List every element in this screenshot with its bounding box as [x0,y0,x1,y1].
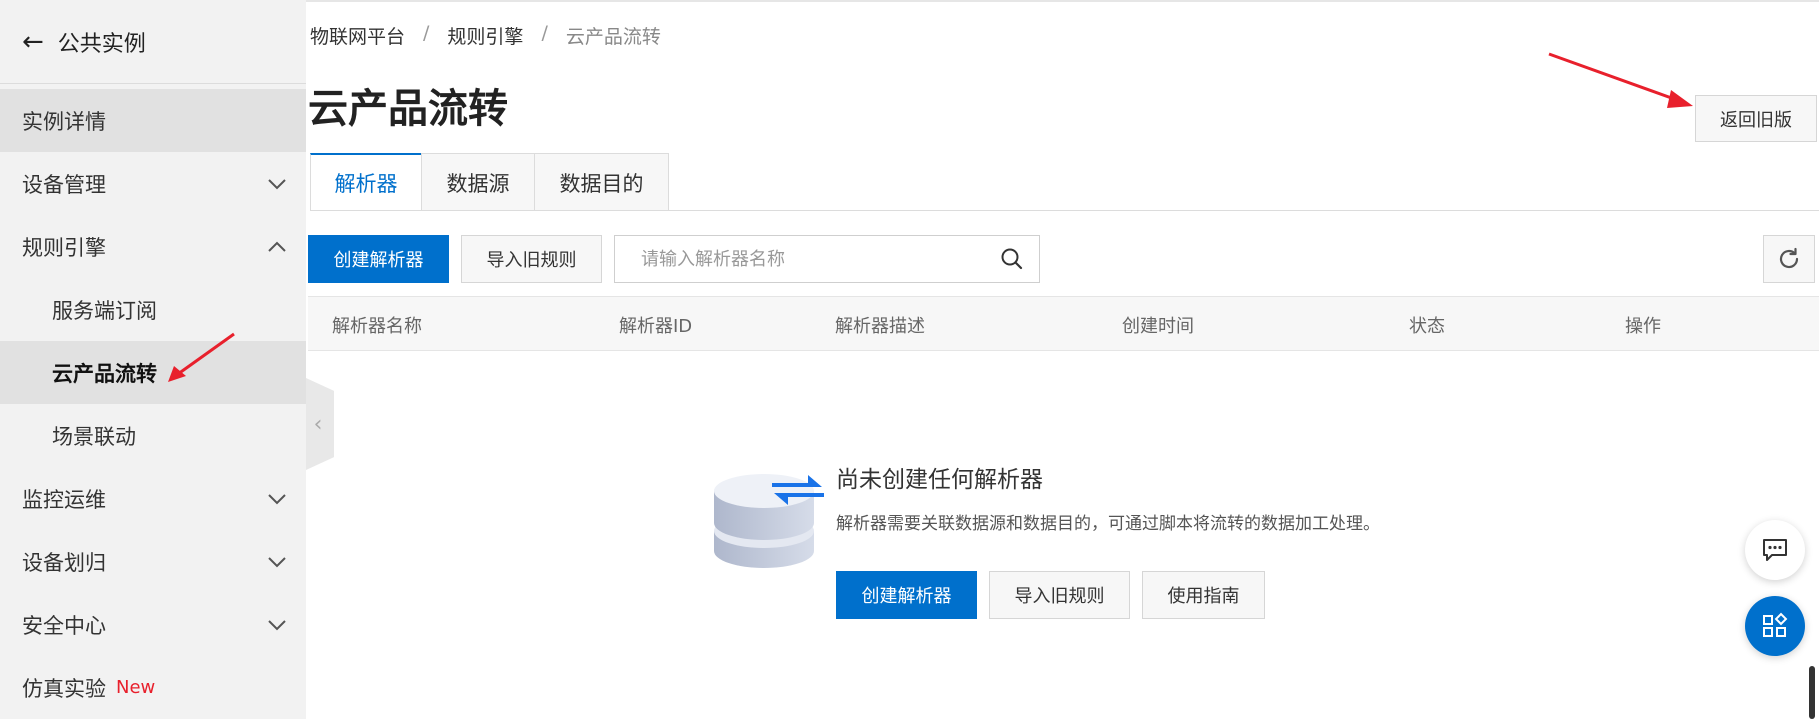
parser-search-box [614,235,1040,283]
tabs-underline [310,210,1819,211]
new-badge: New [116,677,156,698]
breadcrumb: 物联网平台 / 规则引擎 / 云产品流转 [310,22,661,49]
page-scrollbar[interactable] [1809,666,1815,719]
sidebar-item-monitoring-ops[interactable]: 监控运维 [0,467,306,530]
sidebar-item-rule-engine[interactable]: 规则引擎 [0,215,306,278]
return-old-version-button[interactable]: 返回旧版 [1695,95,1817,142]
chat-icon [1763,539,1787,561]
sidebar-item-cloud-product-flow[interactable]: 云产品流转 [0,341,306,404]
breadcrumb-separator: / [541,22,548,44]
sidebar: ← 公共实例 实例详情 设备管理 规则引擎 服务端订阅 云产品流转 场景联动 监… [0,0,306,719]
tab-bar: 解析器 数据源 数据目的 [310,153,669,211]
sidebar-item-instance-detail[interactable]: 实例详情 [0,89,306,152]
column-header-actions: 操作 [1625,315,1661,337]
refresh-button[interactable] [1763,235,1815,283]
app-center-button[interactable] [1745,596,1805,656]
sidebar-item-label: 设备划归 [22,550,106,575]
column-header-parser-description: 解析器描述 [835,315,925,337]
search-icon[interactable] [997,244,1027,274]
tab-data-source[interactable]: 数据源 [421,153,535,211]
breadcrumb-separator: / [423,22,430,44]
page-title: 云产品流转 [308,86,508,132]
empty-create-parser-button[interactable]: 创建解析器 [836,571,977,619]
column-header-parser-name: 解析器名称 [332,315,422,337]
chevron-down-icon [268,556,286,567]
empty-state-description: 解析器需要关联数据源和数据目的，可通过脚本将流转的数据加工处理。 [836,514,1380,534]
sidebar-item-label: 云产品流转 [52,361,157,386]
chevron-up-icon [268,241,286,252]
sidebar-item-label: 安全中心 [22,613,106,638]
sidebar-item-device-assignment[interactable]: 设备划归 [0,530,306,593]
chevron-down-icon [268,493,286,504]
sidebar-divider [0,83,306,84]
back-label: 公共实例 [57,31,146,57]
sidebar-item-server-subscription[interactable]: 服务端订阅 [0,278,306,341]
empty-state-title: 尚未创建任何解析器 [836,467,1043,493]
import-old-rules-button[interactable]: 导入旧规则 [461,235,602,283]
sidebar-item-scene-linkage[interactable]: 场景联动 [0,404,306,467]
sidebar-item-label: 场景联动 [52,424,136,449]
sidebar-item-label: 监控运维 [22,487,106,512]
user-guide-button[interactable]: 使用指南 [1142,571,1265,619]
sidebar-item-label: 规则引擎 [22,235,106,260]
top-border [306,0,1819,2]
create-parser-button[interactable]: 创建解析器 [308,235,449,283]
chat-button[interactable] [1745,520,1805,580]
parser-search-input[interactable] [615,237,997,281]
sidebar-item-device-management[interactable]: 设备管理 [0,152,306,215]
app-grid-icon [1763,612,1788,637]
back-to-public-instance[interactable]: ← 公共实例 [0,0,306,83]
breadcrumb-item-iot-platform[interactable]: 物联网平台 [310,22,405,49]
empty-import-old-rules-button[interactable]: 导入旧规则 [989,571,1130,619]
sidebar-collapse-toggle[interactable]: ‹ [306,378,334,470]
table-header: 解析器名称 解析器ID 解析器描述 创建时间 状态 操作 [308,296,1819,351]
database-sync-icon [714,474,824,568]
annotation-arrow-return-old [1548,52,1693,108]
sidebar-item-label: 设备管理 [22,172,106,197]
sidebar-item-label: 服务端订阅 [52,298,157,323]
column-header-status: 状态 [1409,315,1445,337]
chevron-left-icon: ‹ [313,411,323,437]
sidebar-item-label: 实例详情 [22,109,106,134]
arrow-left-icon: ← [22,26,44,57]
breadcrumb-item-rule-engine[interactable]: 规则引擎 [447,22,523,49]
chevron-down-icon [268,178,286,189]
refresh-icon [1779,247,1799,269]
breadcrumb-item-current: 云产品流转 [565,26,661,48]
column-header-created-time: 创建时间 [1122,315,1194,337]
chevron-down-icon [268,619,286,630]
sidebar-item-simulation[interactable]: 仿真实验 New [0,656,306,719]
tab-parser[interactable]: 解析器 [310,153,422,211]
column-header-parser-id: 解析器ID [619,315,693,337]
sidebar-item-label: 仿真实验 [22,676,106,701]
sidebar-item-security-center[interactable]: 安全中心 [0,593,306,656]
tab-data-destination[interactable]: 数据目的 [534,153,669,211]
